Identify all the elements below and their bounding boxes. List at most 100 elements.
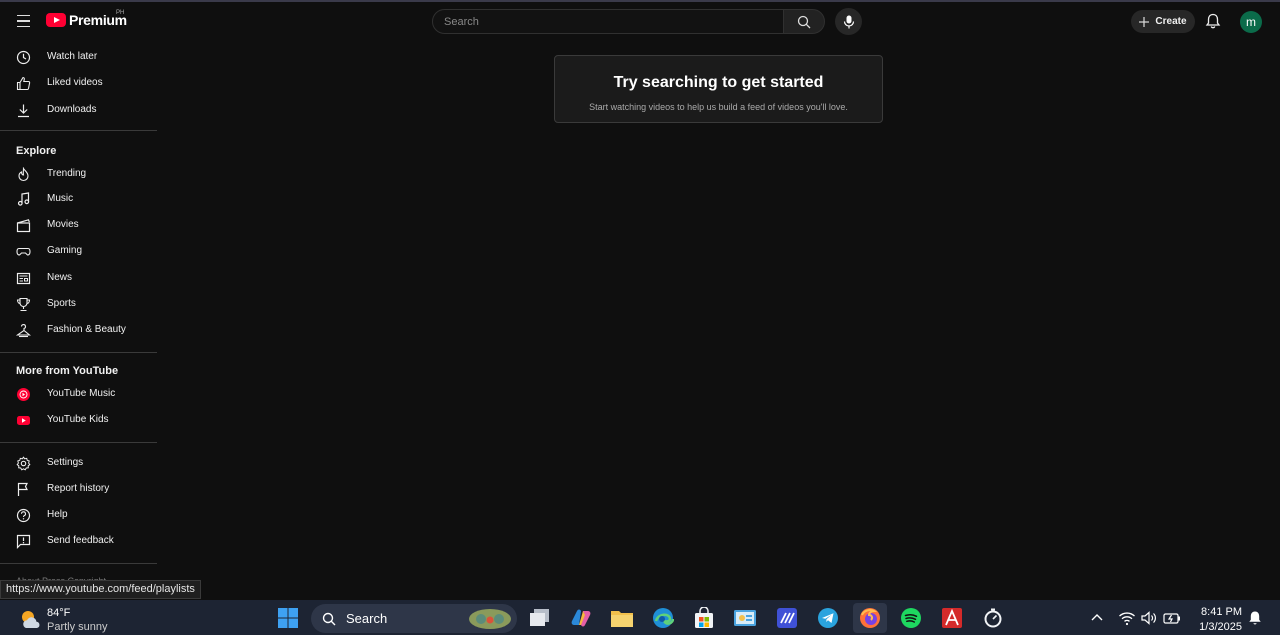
taskbar: 84°F Partly sunny Search 8:41 PM 1/3/202… [0, 600, 1280, 635]
avatar[interactable]: m [1240, 11, 1262, 33]
sidebar-item-label: Liked videos [47, 77, 103, 88]
window-top-border [0, 0, 1280, 2]
sidebar-item-settings[interactable]: Settings [0, 450, 157, 476]
more-from-youtube-heading: More from YouTube [16, 365, 119, 377]
youtube-window: Premium PH Create m Watch later Liked vi… [0, 0, 1280, 600]
sidebar-item-youtube-music[interactable]: YouTube Music [0, 381, 157, 407]
sidebar-item-label: Settings [47, 457, 84, 468]
thumbs-up-icon [16, 76, 31, 91]
firefox-button[interactable] [858, 606, 882, 630]
empty-feed-title: Try searching to get started [613, 74, 824, 91]
sidebar-item-fashion-beauty[interactable]: Fashion & Beauty [0, 317, 157, 343]
file-explorer-button[interactable] [610, 606, 634, 630]
sidebar-item-label: YouTube Music [47, 388, 116, 399]
sidebar-item-news[interactable]: News [0, 265, 157, 291]
search-icon [797, 15, 811, 28]
acrobat-icon [942, 608, 962, 628]
volume-icon[interactable] [1140, 609, 1158, 627]
country-code: PH [116, 10, 125, 16]
folder-icon [611, 611, 633, 627]
sidebar-divider [0, 130, 157, 131]
explore-heading: Explore [16, 145, 57, 157]
sidebar-item-help[interactable]: Help [0, 502, 157, 528]
feedback-icon [16, 534, 31, 549]
edge-button[interactable] [651, 606, 675, 630]
search-input[interactable] [433, 10, 783, 33]
acrobat-button[interactable] [940, 606, 964, 630]
sidebar-divider [0, 352, 157, 353]
clock-time: 8:41 PM [1201, 606, 1242, 618]
sidebar-item-report-history[interactable]: Report history [0, 476, 157, 502]
sidebar-item-watch-later[interactable]: Watch later [0, 44, 157, 70]
clock-icon [16, 50, 31, 65]
music-note-icon [17, 192, 30, 206]
taskbar-search[interactable]: Search [311, 604, 517, 633]
download-icon [18, 104, 29, 118]
trophy-icon [16, 297, 31, 312]
battery-charging-icon[interactable] [1163, 609, 1181, 627]
youtube-kids-icon [17, 416, 30, 425]
flag-icon [17, 482, 28, 496]
partly-sunny-icon[interactable] [18, 608, 42, 630]
empty-feed-card: Try searching to get started Start watch… [554, 55, 883, 123]
microphone-icon [843, 15, 854, 28]
chevron-up-icon[interactable] [1088, 609, 1106, 627]
create-label: Create [1155, 16, 1187, 27]
telegram-button[interactable] [816, 606, 840, 630]
youtube-premium-logo[interactable]: Premium PH [46, 10, 127, 28]
sidebar-divider [0, 563, 157, 564]
notifications-button[interactable] [1204, 12, 1222, 30]
wifi-icon[interactable] [1118, 609, 1136, 627]
sidebar-item-send-feedback[interactable]: Send feedback [0, 528, 157, 554]
microsoft-store-button[interactable] [692, 606, 716, 630]
sidebar-item-music[interactable]: Music [0, 186, 157, 212]
gamepad-icon [16, 247, 31, 256]
copilot-icon [571, 609, 591, 627]
weather-condition[interactable]: Partly sunny [47, 621, 108, 633]
sidebar-item-label: Movies [47, 219, 79, 230]
taskbar-clock[interactable]: 8:41 PM 1/3/2025 [1190, 605, 1242, 635]
task-view-icon [530, 609, 549, 626]
clock-app-button[interactable] [981, 606, 1005, 630]
edge-browser-icon [653, 608, 674, 628]
voice-search-button[interactable] [835, 8, 862, 35]
sidebar-item-movies[interactable]: Movies [0, 212, 157, 238]
power-automate-icon [777, 608, 797, 628]
empty-feed-subtitle: Start watching videos to help us build a… [589, 102, 848, 112]
search-button[interactable] [783, 9, 825, 34]
sidebar-item-downloads[interactable]: Downloads [0, 97, 157, 123]
sidebar-item-label: Send feedback [47, 535, 114, 546]
sidebar-item-label: Downloads [47, 104, 97, 115]
notification-bell-icon[interactable] [1246, 609, 1264, 627]
telegram-icon [818, 608, 838, 628]
power-automate-button[interactable] [775, 606, 799, 630]
spotify-button[interactable] [899, 606, 923, 630]
clock-date: 1/3/2025 [1199, 621, 1242, 633]
store-icon [695, 607, 713, 628]
sidebar-item-liked-videos[interactable]: Liked videos [0, 70, 157, 96]
firefox-icon [860, 608, 880, 628]
sidebar-item-trending[interactable]: Trending [0, 161, 157, 187]
youtube-music-icon [17, 388, 30, 401]
create-button[interactable]: Create [1131, 10, 1195, 33]
sidebar-item-label: Gaming [47, 245, 83, 256]
control-panel-button[interactable] [733, 606, 757, 630]
sidebar-item-youtube-kids[interactable]: YouTube Kids [0, 407, 157, 433]
gear-icon [16, 456, 31, 471]
task-view-button[interactable] [528, 606, 552, 630]
menu-hamburger-button[interactable] [14, 12, 34, 30]
help-icon [16, 508, 31, 523]
copilot-button[interactable] [569, 606, 593, 630]
start-button[interactable] [276, 606, 300, 630]
search-icon [322, 612, 336, 626]
search-field[interactable] [432, 9, 784, 34]
sidebar-item-label: Music [47, 193, 74, 204]
weather-temperature[interactable]: 84°F [47, 607, 70, 619]
link-status-url: https://www.youtube.com/feed/playlists [0, 580, 201, 599]
control-panel-icon [734, 610, 756, 626]
stopwatch-icon [984, 608, 1002, 628]
sidebar-item-label: Watch later [47, 51, 98, 62]
sidebar-item-sports[interactable]: Sports [0, 291, 157, 317]
sidebar-item-gaming[interactable]: Gaming [0, 238, 157, 264]
sidebar-item-label: Fashion & Beauty [47, 324, 126, 335]
